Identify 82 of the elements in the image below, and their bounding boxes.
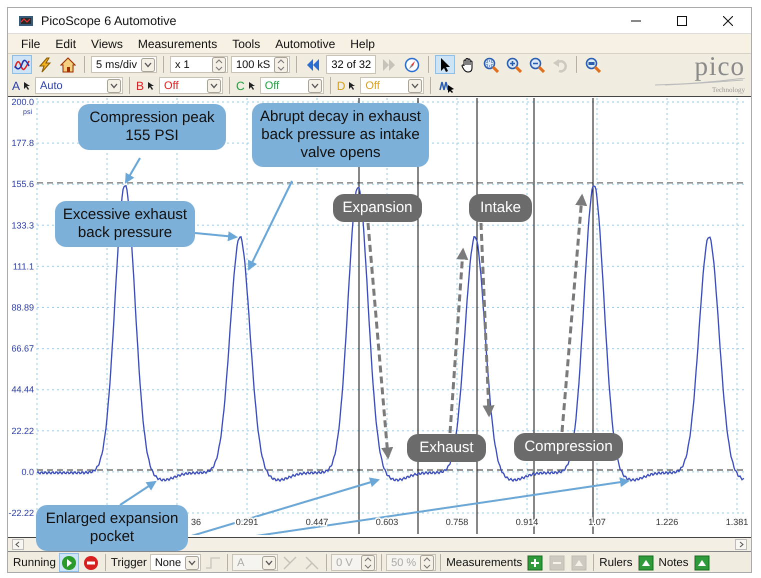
cursor-icon [348,81,358,90]
bar-label: Notes [658,556,690,568]
axis-tick-label: 0.0 [21,466,34,477]
spin-icon [420,554,434,570]
axis-tick-label: 1.226 [656,517,678,527]
callout: Compression peak 155 PSI [78,104,226,150]
caret-icon [207,78,222,92]
axis-tick-label: 0.447 [306,517,328,527]
axis-tick-label: 133.3 [11,220,34,230]
bar-label: Trigger [110,556,148,568]
menu-item[interactable]: Help [350,36,375,50]
menu-item[interactable]: Automotive [275,36,336,50]
callout-arrow [125,158,141,184]
callout: Excessive exhaust back pressure [55,201,195,247]
spin-icon [361,554,376,570]
cursor-icon [147,81,156,90]
up-triangle-icon[interactable] [636,553,656,572]
caret-icon [408,78,422,92]
axis-tick-label: 44.44 [11,384,34,395]
axis-tick-label: 155.6 [11,179,34,190]
bar-label: Measurements [445,556,524,568]
callout-arrow [194,231,238,242]
bar-label: Rulers [598,556,634,568]
axis-tick-label: -22.22 [8,508,34,518]
caret-icon [107,78,122,92]
channel-letter: D [336,78,346,92]
home-icon[interactable] [58,55,78,74]
dropdown[interactable]: Auto [35,77,124,94]
menu-item[interactable]: Views [91,36,123,50]
menu-item[interactable]: Edit [55,36,76,50]
dropdown[interactable]: Off [159,77,224,94]
spin-icon [274,56,288,72]
scroll-left-icon[interactable] [12,539,24,550]
axis-tick-label: 66.67 [11,344,34,354]
caret-icon [185,556,200,570]
menu-item[interactable]: File [21,36,40,50]
pointer-icon[interactable] [435,55,456,74]
callout: Abrupt decay in exhaust back pressure as intake valve opens [252,103,429,167]
channel-letter: A [12,78,20,92]
zoom-in-icon[interactable] [504,55,524,74]
axis-tick-label: 0.603 [376,517,398,527]
caret-icon [140,58,155,72]
channel-letter: B [136,78,144,92]
caret-icon [262,556,276,570]
axis-tick-label: 177.8 [11,138,34,148]
magnifier-icon[interactable] [583,55,604,74]
spin-icon [212,56,226,72]
phase-label: Expansion [333,194,422,222]
ruler-line[interactable] [592,98,594,534]
waveform-icon[interactable] [12,55,32,74]
caret-icon [308,78,322,92]
start-icon[interactable] [58,553,79,572]
cursor-icon [248,81,257,90]
spinner-field[interactable]: 100 kS [230,56,290,73]
dropdown[interactable]: 5 ms/div [91,56,157,73]
axis-tick-label: 1.381 [726,517,748,527]
phase-label: Exhaust [407,434,486,462]
cursor-icon [23,81,32,90]
spinner-field[interactable]: x 1 [170,56,228,73]
window-title: PicoScope 6 Automotive [41,14,176,28]
menu-item[interactable]: Measurements [138,36,218,50]
dropdown[interactable]: None [150,554,202,571]
menu-item[interactable]: Tools [232,36,260,50]
callout-arrow [119,480,157,506]
axis-tick-label: 88.89 [11,302,34,312]
buffer-field[interactable]: 32 of 32 [326,55,376,74]
up-triangle-icon[interactable] [692,553,712,572]
axis-tick-label: 0.291 [236,517,258,527]
phase-label: Compression [514,433,623,461]
axis-tick-label: 22.22 [11,426,34,436]
axis-tick-label: 200.0 [11,97,34,107]
magnifier-icon[interactable] [481,55,502,74]
axis-tick-label: 36 [191,517,202,527]
bar-label: Running [12,556,57,568]
plus-icon[interactable] [525,553,546,572]
zoom-out-icon[interactable] [527,55,548,74]
scroll-right-icon[interactable] [735,539,747,550]
channel-letter: C [236,78,245,92]
phase-label: Intake [469,194,532,222]
callout: Enlarged expansion pocket [36,505,188,551]
axis-tick-label: 0.758 [446,517,468,527]
axis-tick-label: 111.1 [12,261,34,272]
